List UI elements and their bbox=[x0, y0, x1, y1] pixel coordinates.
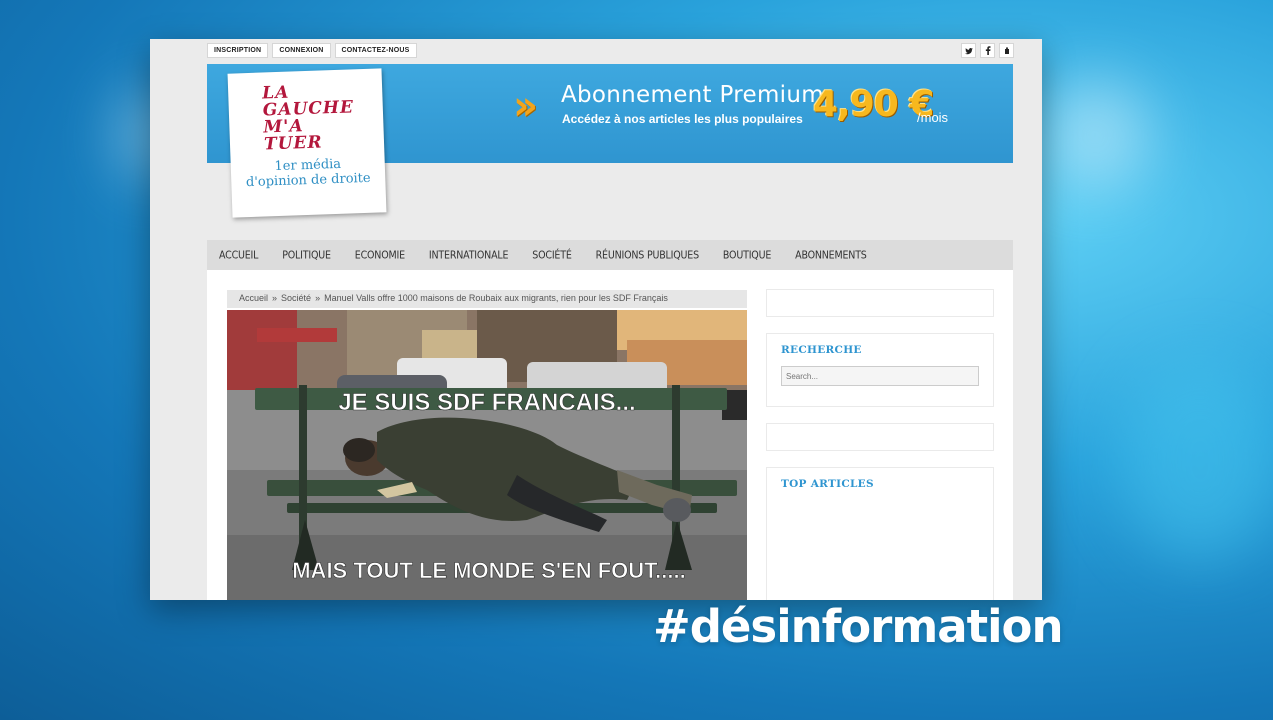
website-screenshot: INSCRIPTION CONNEXION CONTACTEZ-NOUS › › … bbox=[150, 39, 1042, 600]
social-links bbox=[961, 43, 1014, 58]
search-widget: RECHERCHE bbox=[767, 334, 993, 406]
breadcrumb-category[interactable]: Société bbox=[281, 293, 311, 303]
promo-subtitle: Accédez à nos articles les plus populair… bbox=[562, 112, 803, 126]
hashtag-overlay: #désinformation bbox=[653, 600, 1064, 653]
premium-promo[interactable]: › › Abonnement Premium Accédez à nos arti… bbox=[513, 82, 973, 142]
background-blur bbox=[1040, 80, 1150, 190]
main-content: Accueil» Société» Manuel Valls offre 1000 … bbox=[207, 270, 1013, 600]
breadcrumb-separator: » bbox=[272, 293, 278, 303]
sidebar-widget-empty bbox=[767, 290, 993, 316]
site-logo[interactable]: LA GAUCHE M'A TUER 1er média d'opinion d… bbox=[227, 68, 387, 218]
nav-item-politique[interactable]: POLITIQUE bbox=[270, 249, 343, 262]
photo-caption-bottom: MAIS TOUT LE MONDE S'EN FOUT..... bbox=[292, 558, 686, 583]
signup-link[interactable]: INSCRIPTION bbox=[207, 43, 269, 58]
nav-item-internationale[interactable]: INTERNATIONALE bbox=[417, 249, 520, 262]
contact-link[interactable]: CONTACTEZ-NOUS bbox=[334, 43, 417, 58]
promo-price: 4,90 € bbox=[813, 84, 934, 125]
article-image: JE SUIS SDF FRANCAIS... MAIS TOUT LE MON… bbox=[227, 310, 747, 600]
breadcrumb-separator: » bbox=[315, 293, 321, 303]
photo-caption-top: JE SUIS SDF FRANCAIS... bbox=[338, 389, 635, 416]
breadcrumb-current: Manuel Valls offre 1000 maisons de Rouba… bbox=[324, 293, 668, 303]
background-blur bbox=[1120, 360, 1273, 560]
nav-item-societe[interactable]: SOCIÉTÉ bbox=[520, 249, 583, 262]
article-photo-illustration: JE SUIS SDF FRANCAIS... MAIS TOUT LE MON… bbox=[227, 310, 747, 600]
promo-unit: /mois bbox=[917, 110, 949, 125]
login-link[interactable]: CONNEXION bbox=[272, 43, 331, 58]
nav-item-abonnements[interactable]: ABONNEMENTS bbox=[783, 249, 878, 262]
top-articles-widget: TOP ARTICLES bbox=[767, 468, 993, 600]
sidebar: RECHERCHE TOP ARTICLES bbox=[767, 290, 993, 600]
nav-item-reunions[interactable]: RÉUNIONS PUBLIQUES bbox=[584, 249, 711, 262]
nav-item-economie[interactable]: ECONOMIE bbox=[343, 249, 417, 262]
logo-tagline: 1er média d'opinion de droite bbox=[245, 156, 371, 191]
rss-icon[interactable] bbox=[999, 43, 1014, 58]
breadcrumb: Accueil» Société» Manuel Valls offre 1000 … bbox=[227, 290, 747, 308]
nav-item-boutique[interactable]: BOUTIQUE bbox=[711, 249, 783, 262]
nav-item-accueil[interactable]: ACCUEIL bbox=[207, 249, 270, 262]
sidebar-widget-empty bbox=[767, 424, 993, 450]
double-chevron-icon: › › bbox=[513, 83, 538, 129]
top-articles-title: TOP ARTICLES bbox=[781, 478, 874, 490]
top-bar: INSCRIPTION CONNEXION CONTACTEZ-NOUS bbox=[207, 43, 1014, 60]
twitter-icon[interactable] bbox=[961, 43, 976, 58]
facebook-icon[interactable] bbox=[980, 43, 995, 58]
breadcrumb-home[interactable]: Accueil bbox=[239, 293, 268, 303]
search-input[interactable] bbox=[781, 366, 979, 386]
promo-title: Abonnement Premium bbox=[561, 82, 824, 108]
search-widget-title: RECHERCHE bbox=[781, 344, 862, 356]
logo-title: LA GAUCHE M'A TUER bbox=[261, 82, 355, 155]
main-nav: ACCUEIL POLITIQUE ECONOMIE INTERNATIONAL… bbox=[207, 240, 1013, 270]
